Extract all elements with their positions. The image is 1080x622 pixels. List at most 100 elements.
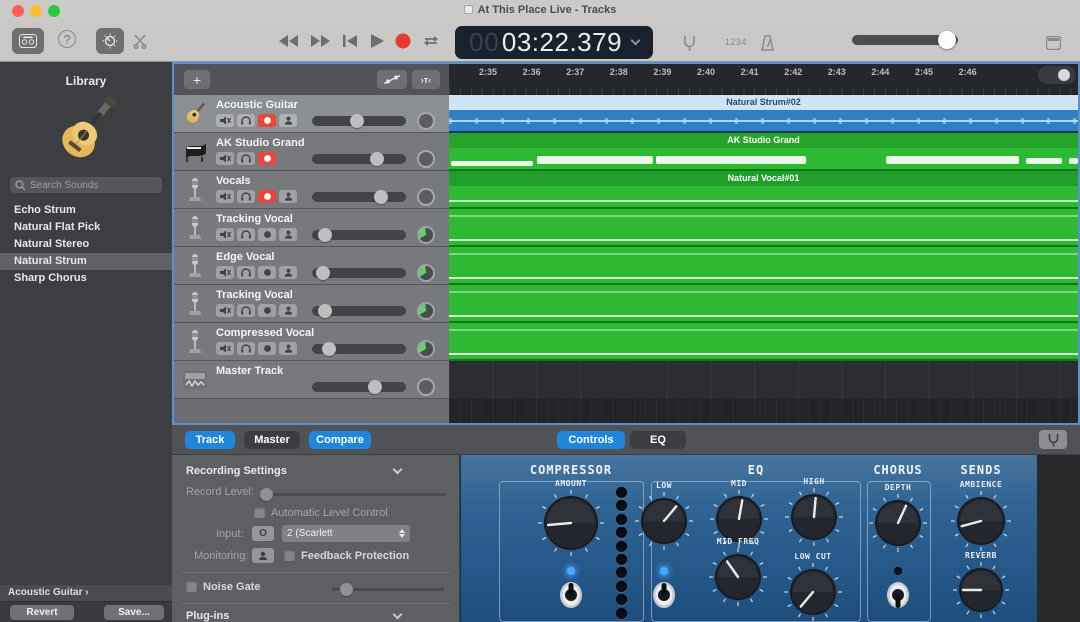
catch-playhead-button[interactable]: ›ᴛ‹ xyxy=(412,70,440,89)
editors-scissors-button[interactable] xyxy=(130,30,150,52)
headphones-icon-button[interactable] xyxy=(237,342,255,355)
mute-button[interactable] xyxy=(216,304,234,317)
notepad-panel-button[interactable] xyxy=(1036,30,1070,56)
track-header-ak-studio-grand[interactable]: AK Studio Grand xyxy=(174,133,449,171)
tab-track[interactable]: Track xyxy=(185,431,235,449)
tab-master[interactable]: Master xyxy=(244,431,300,449)
headphones-icon-button[interactable] xyxy=(237,266,255,279)
monitoring-button[interactable] xyxy=(252,548,274,563)
headphones-icon-button[interactable] xyxy=(237,114,255,127)
input-monitor-button[interactable] xyxy=(279,266,297,279)
input-monitor-button[interactable] xyxy=(279,114,297,127)
library-item-natural-strum[interactable]: Natural Strum xyxy=(0,253,172,270)
knob-reverb[interactable] xyxy=(952,561,1010,622)
auto-level-checkbox[interactable] xyxy=(254,507,265,518)
rewind-button[interactable] xyxy=(272,28,306,54)
pan-knob[interactable] xyxy=(417,150,435,168)
pan-knob[interactable] xyxy=(417,340,435,358)
knob-amount[interactable] xyxy=(537,489,605,562)
patch-breadcrumb[interactable]: Acoustic Guitar › xyxy=(0,585,172,601)
mute-button[interactable] xyxy=(216,114,234,127)
record-enable-button[interactable] xyxy=(258,152,276,165)
track-volume-slider[interactable] xyxy=(312,306,406,316)
region-row[interactable] xyxy=(449,209,1078,247)
track-volume-thumb[interactable] xyxy=(374,190,388,204)
knob-depth[interactable] xyxy=(868,493,928,558)
smart-controls-button[interactable] xyxy=(96,28,124,54)
metronome-button[interactable] xyxy=(750,30,784,56)
record-enable-button[interactable] xyxy=(258,304,276,317)
mute-button[interactable] xyxy=(216,228,234,241)
input-monitor-button[interactable] xyxy=(279,190,297,203)
automation-button[interactable] xyxy=(377,70,407,89)
noise-gate-thumb[interactable] xyxy=(340,583,353,596)
plugins-chevron-icon[interactable] xyxy=(393,610,403,620)
lcd-mode-chevron-icon[interactable] xyxy=(631,36,641,46)
pan-knob[interactable] xyxy=(417,226,435,244)
input-format-button[interactable]: O xyxy=(252,526,274,541)
timeline-zoom-thumb[interactable] xyxy=(1058,69,1070,81)
region-row[interactable] xyxy=(449,323,1078,361)
track-header-master-track[interactable]: Master Track xyxy=(174,361,449,399)
record-level-thumb[interactable] xyxy=(260,488,273,501)
input-source-select[interactable]: 2 (Scarlett xyxy=(282,525,410,542)
record-enable-button[interactable] xyxy=(258,114,276,127)
revert-button[interactable]: Revert xyxy=(10,605,74,620)
knob-high[interactable] xyxy=(784,487,844,552)
headphones-icon-button[interactable] xyxy=(237,304,255,317)
track-volume-slider[interactable] xyxy=(312,344,406,354)
library-item-natural-stereo[interactable]: Natural Stereo xyxy=(0,236,172,253)
pan-knob[interactable] xyxy=(417,188,435,206)
pan-knob[interactable] xyxy=(417,378,435,396)
mute-button[interactable] xyxy=(216,266,234,279)
input-stepper-icon[interactable] xyxy=(399,529,405,538)
fast-forward-button[interactable] xyxy=(303,28,337,54)
region-row[interactable] xyxy=(449,247,1078,285)
track-volume-slider[interactable] xyxy=(312,382,406,392)
noise-gate-slider[interactable] xyxy=(332,588,444,591)
add-track-button[interactable]: + xyxy=(184,70,210,89)
track-volume-slider[interactable] xyxy=(312,192,406,202)
plugins-header[interactable]: Plug-ins xyxy=(186,610,229,622)
input-monitor-button[interactable] xyxy=(279,342,297,355)
track-volume-thumb[interactable] xyxy=(318,304,332,318)
tab-controls[interactable]: Controls xyxy=(557,431,625,449)
timeline-zoom-slider[interactable] xyxy=(1038,66,1076,84)
headphones-icon-button[interactable] xyxy=(237,190,255,203)
track-volume-slider[interactable] xyxy=(312,268,406,278)
record-enable-button[interactable] xyxy=(258,266,276,279)
recording-settings-header[interactable]: Recording Settings xyxy=(186,465,287,477)
power-toggle-switch[interactable] xyxy=(652,581,676,620)
mute-button[interactable] xyxy=(216,152,234,165)
input-monitor-button[interactable] xyxy=(279,228,297,241)
noise-gate-checkbox[interactable] xyxy=(186,581,197,592)
tab-eq[interactable]: EQ xyxy=(630,431,686,449)
region-row[interactable]: AK Studio Grand xyxy=(449,133,1078,171)
track-volume-slider[interactable] xyxy=(312,230,406,240)
knob-low-cut[interactable] xyxy=(783,562,843,622)
track-header-acoustic-guitar[interactable]: Acoustic Guitar xyxy=(174,95,449,133)
headphones-icon-button[interactable] xyxy=(237,152,255,165)
track-volume-slider[interactable] xyxy=(312,116,406,126)
track-header-tracking-vocal[interactable]: Tracking Vocal xyxy=(174,209,449,247)
tuner-button[interactable] xyxy=(672,30,706,56)
pan-knob[interactable] xyxy=(417,112,435,130)
track-volume-thumb[interactable] xyxy=(370,152,384,166)
region-row[interactable]: Natural Strum#02 xyxy=(449,95,1078,133)
quick-help-button[interactable]: ? xyxy=(58,30,76,48)
library-item-sharp-chorus[interactable]: Sharp Chorus xyxy=(0,270,172,287)
track-volume-thumb[interactable] xyxy=(350,114,364,128)
search-sounds-field[interactable]: Search Sounds xyxy=(10,177,162,193)
power-toggle-switch[interactable] xyxy=(886,581,910,620)
knob-ambience[interactable] xyxy=(950,490,1012,557)
record-level-slider[interactable] xyxy=(260,493,446,496)
mute-button[interactable] xyxy=(216,190,234,203)
power-toggle-switch[interactable] xyxy=(559,581,583,620)
feedback-protection-checkbox[interactable] xyxy=(284,550,295,561)
region-row[interactable]: Natural Vocal#01 xyxy=(449,171,1078,209)
master-volume-slider[interactable] xyxy=(852,35,958,45)
knob-mid-freq[interactable] xyxy=(708,547,768,612)
track-volume-thumb[interactable] xyxy=(322,342,336,356)
track-volume-thumb[interactable] xyxy=(316,266,330,280)
lcd-time-display[interactable]: 00 03:22.379 xyxy=(455,26,653,59)
